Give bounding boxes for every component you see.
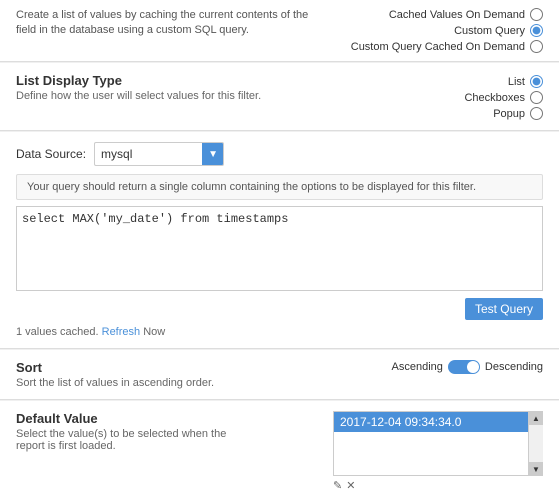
sort-right: Ascending Descending bbox=[392, 360, 543, 374]
radio-custom-cached[interactable]: Custom Query Cached On Demand bbox=[351, 40, 543, 53]
default-left: Default Value Select the value(s) to be … bbox=[16, 411, 256, 452]
listbox-actions: ✎ ✕ bbox=[333, 479, 543, 492]
caching-description: Create a list of values by caching the c… bbox=[16, 8, 326, 39]
refresh-link[interactable]: Refresh bbox=[102, 326, 141, 338]
now-text: Now bbox=[143, 326, 165, 338]
ascending-label: Ascending bbox=[392, 361, 443, 373]
sort-section: Sort Sort the list of values in ascendin… bbox=[0, 350, 559, 400]
radio-cached-on-demand[interactable]: Cached Values On Demand bbox=[389, 8, 543, 21]
test-query-row: Test Query bbox=[16, 298, 543, 320]
list-display-options: List Checkboxes Popup bbox=[464, 75, 543, 120]
default-value-title: Default Value bbox=[16, 411, 256, 426]
radio-cached-on-demand-label: Cached Values On Demand bbox=[389, 9, 525, 21]
scroll-down-button[interactable]: ▼ bbox=[529, 462, 543, 476]
query-textarea[interactable]: select MAX('my_date') from timestamps bbox=[16, 206, 543, 291]
radio-list[interactable]: List bbox=[508, 75, 543, 88]
query-section: Data Source: mysql ▼ Your query should r… bbox=[0, 132, 559, 349]
radio-cached-on-demand-input[interactable] bbox=[530, 8, 543, 21]
default-section: Default Value Select the value(s) to be … bbox=[0, 401, 559, 502]
radio-checkboxes-input[interactable] bbox=[530, 91, 543, 104]
datasource-select[interactable]: mysql ▼ bbox=[94, 142, 224, 166]
radio-custom-cached-input[interactable] bbox=[530, 40, 543, 53]
sort-toggle[interactable] bbox=[448, 360, 480, 374]
radio-custom-query-label: Custom Query bbox=[454, 25, 525, 37]
scroll-up-button[interactable]: ▲ bbox=[529, 411, 543, 425]
cache-info-text: 1 values cached. bbox=[16, 326, 99, 338]
sort-description: Sort the list of values in ascending ord… bbox=[16, 377, 214, 389]
page-container: Create a list of values by caching the c… bbox=[0, 0, 559, 502]
edit-icon[interactable]: ✎ bbox=[333, 479, 342, 492]
list-display-left: List Display Type Define how the user wi… bbox=[16, 73, 464, 102]
default-right: 2017-12-04 09:34:34.0 ▲ ▼ ✎ ✕ bbox=[333, 411, 543, 492]
list-display-section: List Display Type Define how the user wi… bbox=[0, 63, 559, 131]
list-display-title: List Display Type bbox=[16, 73, 464, 88]
radio-list-label: List bbox=[508, 76, 525, 88]
radio-popup-input[interactable] bbox=[530, 107, 543, 120]
datasource-row: Data Source: mysql ▼ bbox=[16, 142, 543, 166]
datasource-value: mysql bbox=[101, 147, 217, 161]
radio-custom-query[interactable]: Custom Query bbox=[454, 24, 543, 37]
query-hint: Your query should return a single column… bbox=[16, 174, 543, 200]
test-query-button[interactable]: Test Query bbox=[465, 298, 543, 320]
top-section: Create a list of values by caching the c… bbox=[0, 0, 559, 62]
datasource-label: Data Source: bbox=[16, 147, 86, 161]
radio-checkboxes[interactable]: Checkboxes bbox=[464, 91, 543, 104]
descending-label: Descending bbox=[485, 361, 543, 373]
sort-title: Sort bbox=[16, 360, 214, 375]
toggle-knob bbox=[467, 361, 479, 373]
radio-custom-cached-label: Custom Query Cached On Demand bbox=[351, 41, 525, 53]
radio-list-input[interactable] bbox=[530, 75, 543, 88]
datasource-arrow-icon[interactable]: ▼ bbox=[202, 142, 224, 166]
radio-custom-query-input[interactable] bbox=[530, 24, 543, 37]
cache-info-row: 1 values cached. Refresh Now bbox=[16, 326, 543, 338]
radio-checkboxes-label: Checkboxes bbox=[464, 92, 525, 104]
radio-popup-label: Popup bbox=[493, 108, 525, 120]
list-item[interactable]: 2017-12-04 09:34:34.0 bbox=[334, 412, 528, 432]
listbox-scrollbar: ▲ ▼ bbox=[529, 411, 543, 476]
default-value-description: Select the value(s) to be selected when … bbox=[16, 428, 256, 452]
listbox-inner: 2017-12-04 09:34:34.0 bbox=[333, 411, 529, 476]
radio-popup[interactable]: Popup bbox=[493, 107, 543, 120]
default-listbox[interactable]: 2017-12-04 09:34:34.0 bbox=[333, 411, 529, 476]
listbox-wrapper: 2017-12-04 09:34:34.0 ▲ ▼ bbox=[333, 411, 543, 476]
remove-icon[interactable]: ✕ bbox=[346, 479, 355, 492]
list-display-description: Define how the user will select values f… bbox=[16, 90, 464, 102]
sort-left: Sort Sort the list of values in ascendin… bbox=[16, 360, 214, 389]
caching-radio-group: Cached Values On Demand Custom Query Cus… bbox=[351, 8, 543, 53]
